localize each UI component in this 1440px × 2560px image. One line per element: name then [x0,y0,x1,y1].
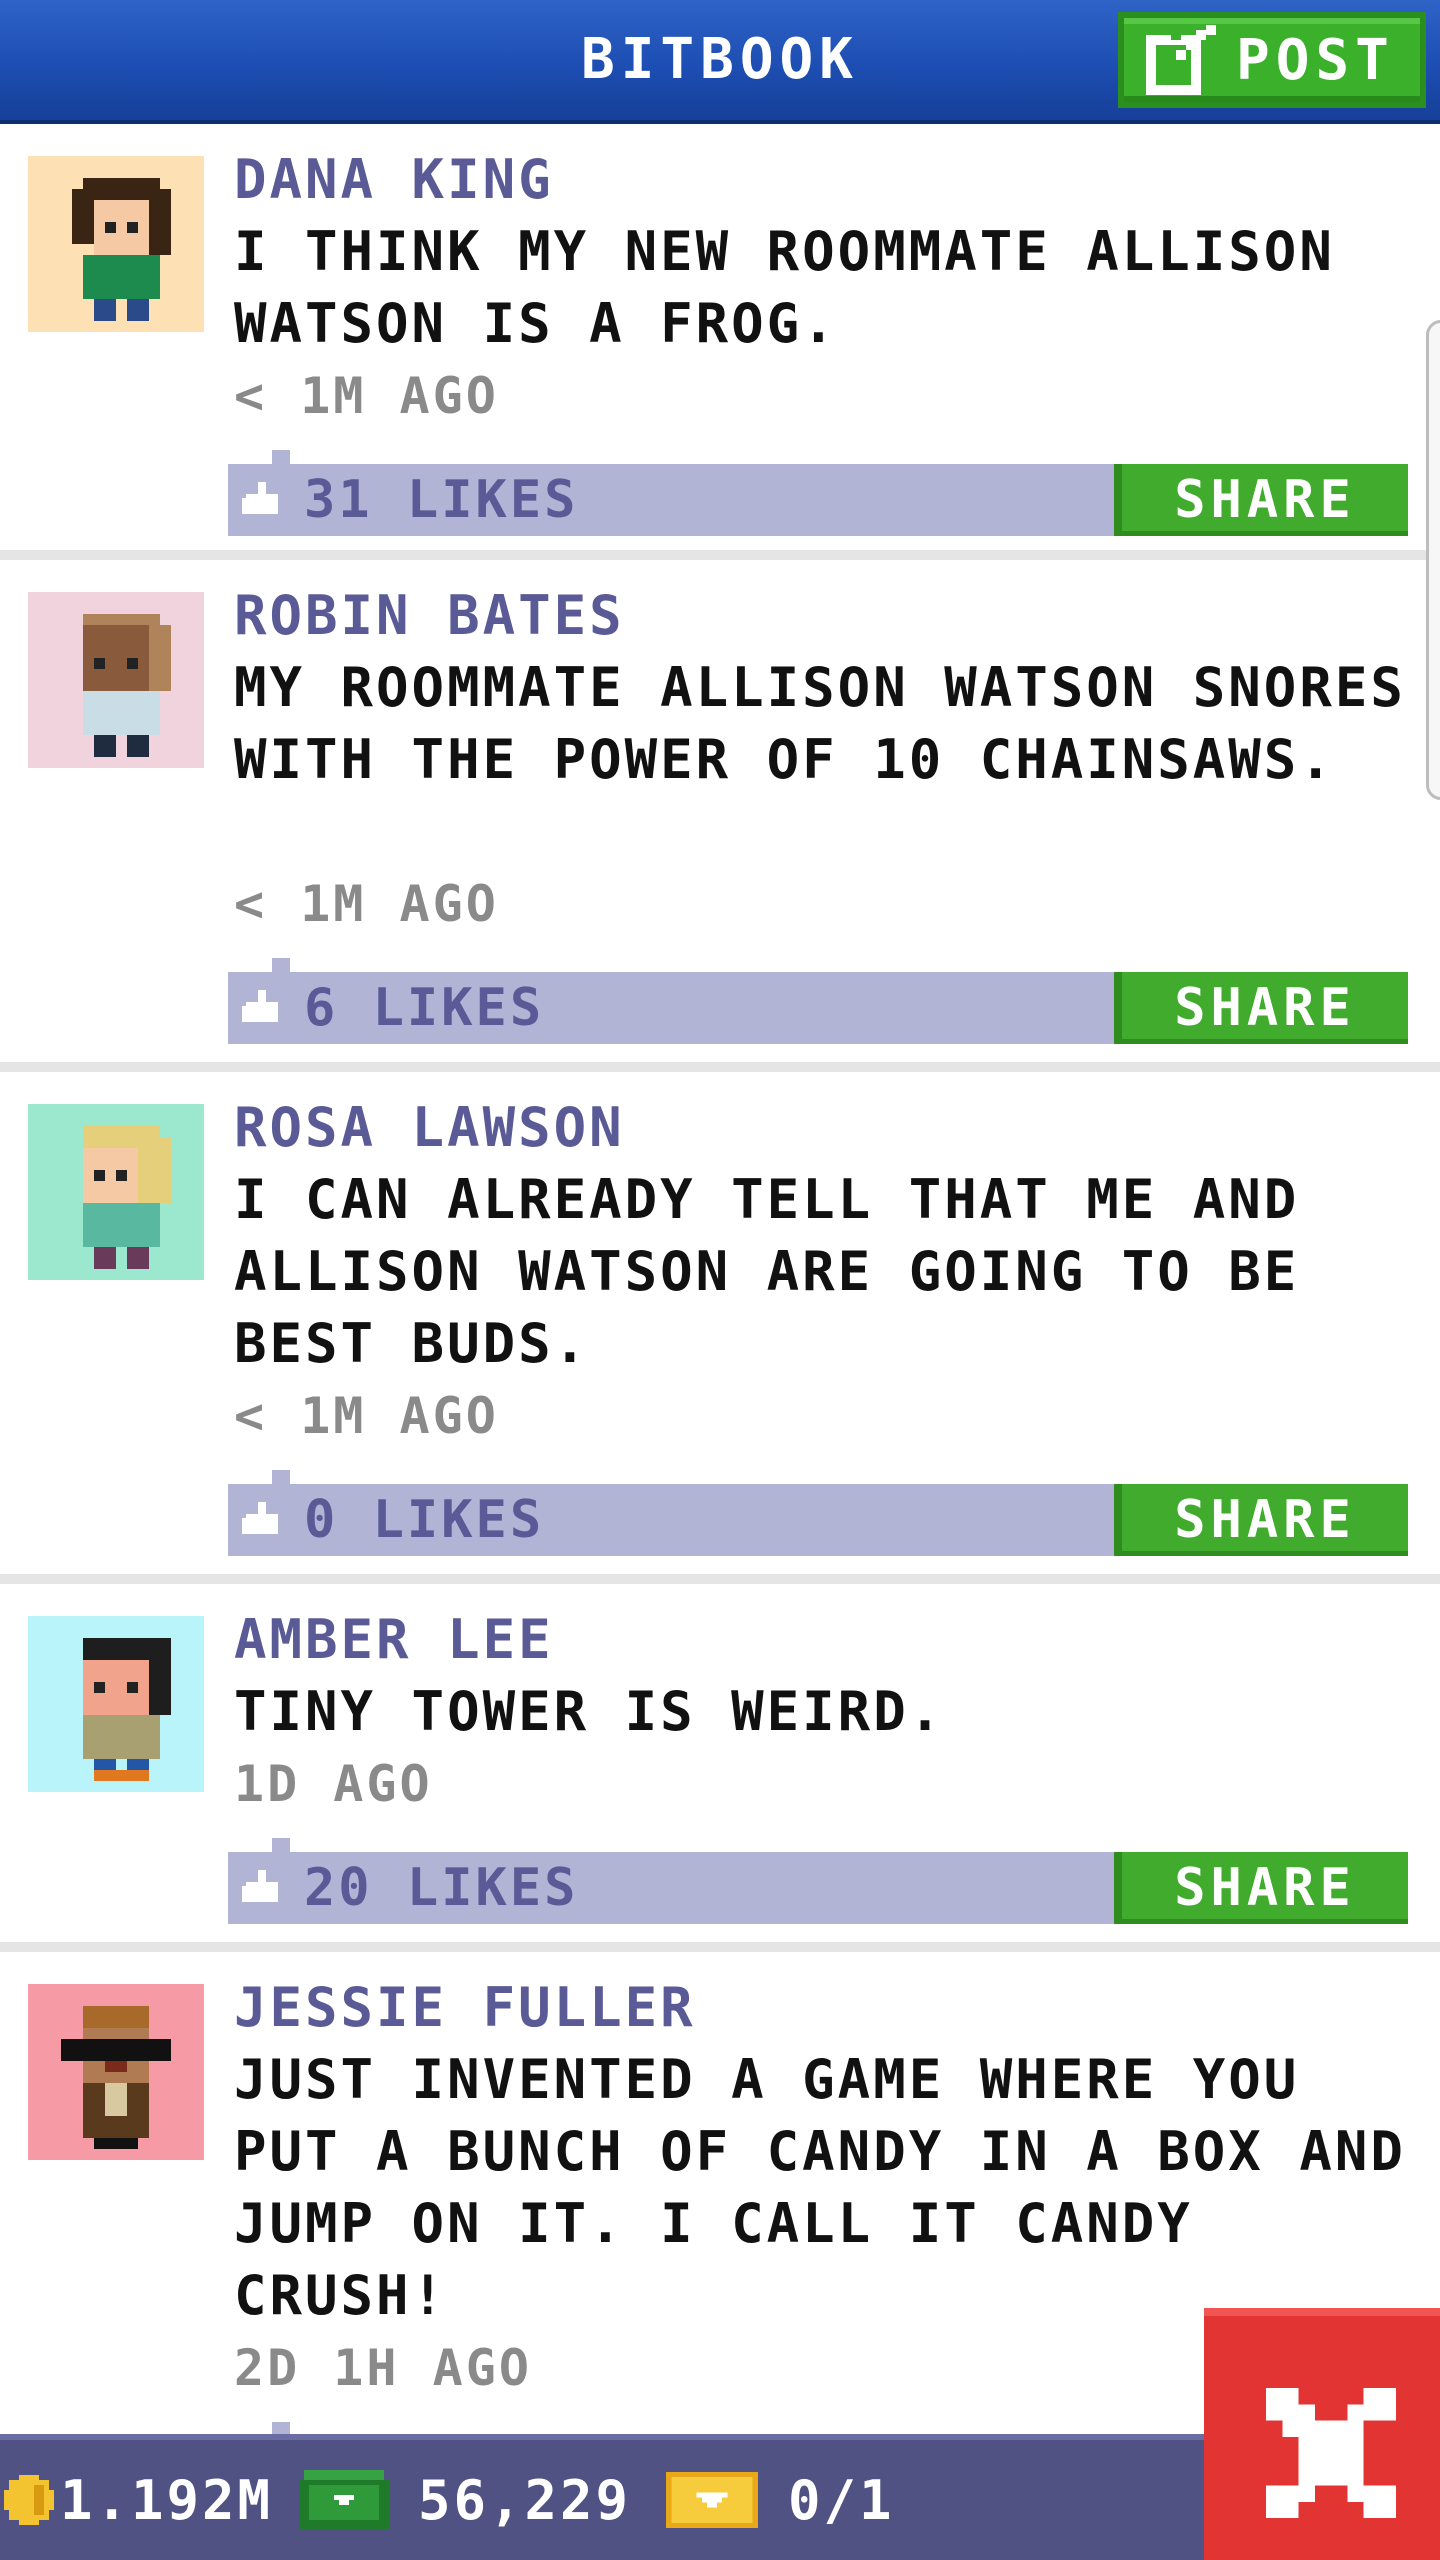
post-author[interactable]: ROSA LAWSON [234,1092,625,1164]
avatar[interactable] [28,1616,204,1792]
like-icon[interactable] [242,1870,282,1906]
avatar-rosa-lawson [28,1104,204,1280]
tickets-stat: 0/1 [666,2440,895,2560]
likes-bar: 0 LIKES SHARE [228,1470,1408,1556]
likes-count: 0 LIKES [304,1490,545,1550]
post-author[interactable]: DANA KING [234,144,554,216]
feed-post: ROSA LAWSON I CAN ALREADY TELL THAT ME A… [0,1072,1440,1584]
avatar[interactable] [28,156,204,332]
bux-value: 56,229 [418,2468,632,2532]
like-icon[interactable] [242,482,282,518]
close-button[interactable] [1204,2308,1440,2560]
avatar[interactable] [28,592,204,768]
bux-stat: 56,229 [298,2440,631,2560]
share-button[interactable]: SHARE [1114,1484,1408,1556]
post-button[interactable]: POST [1118,12,1426,108]
share-button[interactable]: SHARE [1114,972,1408,1044]
post-time: < 1M AGO [234,1387,499,1445]
likes-bar-notch [272,450,290,464]
post-author[interactable]: JESSIE FULLER [234,1972,696,2044]
feed-post: AMBER LEE TINY TOWER IS WEIRD. 1D AGO 20… [0,1584,1440,1952]
share-button[interactable]: SHARE [1114,464,1408,536]
feed-post: ROBIN BATES MY ROOMMATE ALLISON WATSON S… [0,560,1440,1072]
post-time: < 1M AGO [234,367,499,425]
post-text: MY ROOMMATE ALLISON WATSON SNORES WITH T… [234,656,1406,791]
likes-count: 6 LIKES [304,978,545,1038]
share-button[interactable]: SHARE [1114,1852,1408,1924]
avatar[interactable] [28,1104,204,1280]
avatar-robin-bates [28,592,204,768]
like-icon[interactable] [242,1502,282,1538]
post-text: I THINK MY NEW ROOMMATE ALLISON WATSON I… [234,220,1335,355]
avatar-jessie-fuller [28,1984,204,2160]
post-time: 1D AGO [234,1755,433,1813]
feed-post: DANA KING I THINK MY NEW ROOMMATE ALLISO… [0,124,1440,560]
likes-count: 31 LIKES [304,470,579,530]
likes-bar-notch [272,1838,290,1852]
post-time: 2D 1H AGO [234,2339,532,2397]
avatar-amber-lee [28,1616,204,1792]
coin-icon [4,2475,54,2525]
post-author[interactable]: ROBIN BATES [234,580,625,652]
likes-bar-notch [272,1470,290,1484]
bux-icon [299,2470,389,2530]
ticket-icon [666,2472,758,2528]
avatar-dana-king [28,156,204,332]
scrollbar[interactable] [1426,320,1440,800]
likes-bar: 31 LIKES SHARE [228,450,1408,536]
likes-bar-notch [272,958,290,972]
tickets-value: 0/1 [788,2468,895,2532]
post-button-label: POST [1236,27,1395,93]
avatar[interactable] [28,1984,204,2160]
post-author[interactable]: AMBER LEE [234,1604,554,1676]
like-icon[interactable] [242,990,282,1026]
header-bar: BITBOOK POST [0,0,1440,124]
bitbook-screen: BITBOOK POST DANA KING I THINK MY NEW RO… [0,0,1440,2560]
likes-count: 20 LIKES [304,1858,579,1918]
compose-icon [1146,25,1216,95]
close-icon [1266,2388,1396,2518]
likes-bar: 20 LIKES SHARE [228,1838,1408,1924]
coins-stat: 1.192M [4,2440,273,2560]
post-text: JUST INVENTED A GAME WHERE YOU PUT A BUN… [234,2048,1406,2327]
post-text: TINY TOWER IS WEIRD. [234,1680,945,1743]
coins-value: 1.192M [60,2468,274,2532]
post-text: I CAN ALREADY TELL THAT ME AND ALLISON W… [234,1168,1300,1375]
post-time: < 1M AGO [234,875,499,933]
likes-bar: 6 LIKES SHARE [228,958,1408,1044]
